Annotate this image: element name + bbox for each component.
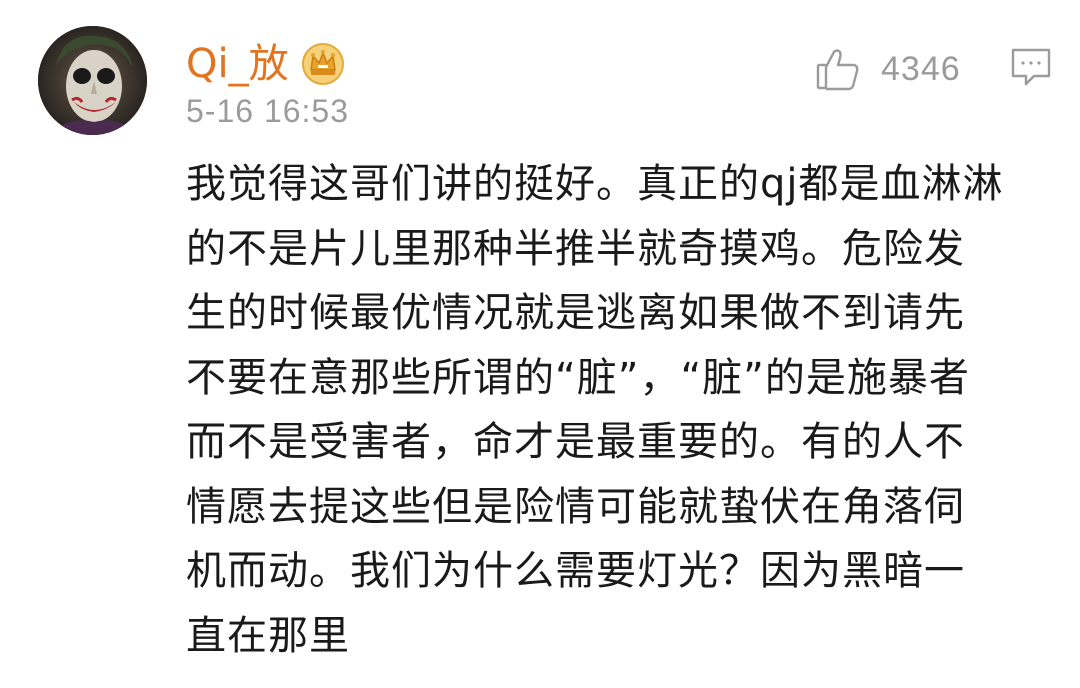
like-button[interactable]: 4346 — [815, 44, 961, 94]
comment-line: 情愿去提这些但是险情可能就蛰伏在角落伺 — [186, 483, 965, 530]
username[interactable]: Qi_放 — [186, 44, 289, 84]
joker-avatar-image — [38, 26, 147, 135]
comment-line: 我觉得这哥们讲的挺好。真正的qj都是血淋淋 — [186, 161, 1004, 207]
comment-line: 生的时候最优情况就是逃离如果做不到请先 — [186, 290, 965, 336]
avatar[interactable] — [38, 26, 147, 135]
comment-line: 机而动。我们为什么需要灯光？因为黑暗一 — [186, 548, 965, 594]
comment-body: 我觉得这哥们讲的挺好。真正的qj都是血淋淋 的不是片儿里那种半推半就奇摸鸡。危险… — [186, 152, 1026, 668]
username-row: Qi_放 — [186, 34, 345, 94]
comment-line: 的不是片儿里那种半推半就奇摸鸡。危险发 — [186, 225, 965, 272]
like-count: 4346 — [881, 49, 961, 88]
comment-icon[interactable] — [1010, 46, 1052, 90]
comment-line: 直在那里 — [186, 612, 350, 659]
comment-line: 而不是受害者，命才是最重要的。有的人不 — [186, 419, 965, 465]
thumbs-up-icon[interactable] — [815, 46, 861, 92]
crown-icon[interactable] — [301, 42, 345, 86]
comment-line: 不要在意那些所谓的“脏”，“脏”的是施暴者 — [186, 354, 970, 401]
timestamp: 5-16 16:53 — [186, 93, 350, 129]
